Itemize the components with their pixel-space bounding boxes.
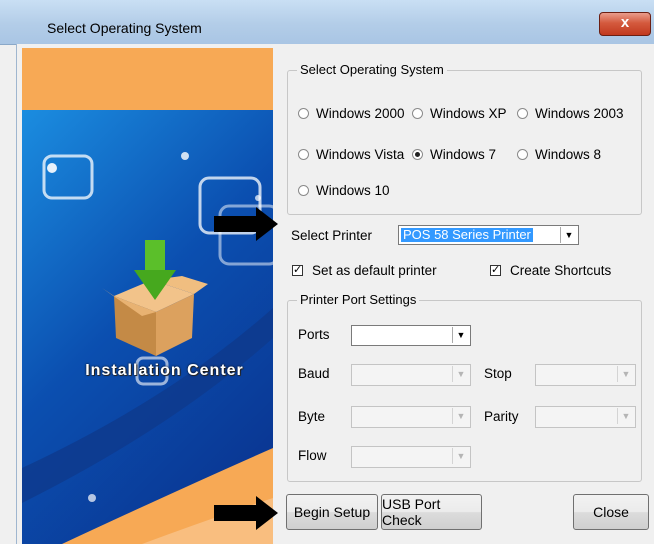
chevron-down-icon: ▼	[560, 227, 577, 243]
close-button[interactable]: Close	[573, 494, 649, 530]
banner-title: Installation Center	[85, 362, 244, 379]
radio-label: Windows 10	[316, 183, 390, 198]
radio-label: Windows XP	[430, 106, 507, 121]
baud-dropdown[interactable]: ▼	[351, 364, 471, 386]
close-icon: x	[620, 14, 630, 31]
radio-label: Windows 2000	[316, 106, 405, 121]
checkbox-label: Set as default printer	[312, 263, 437, 278]
port-group-legend: Printer Port Settings	[297, 292, 420, 307]
chevron-down-icon: ▼	[452, 327, 469, 343]
flow-label: Flow	[298, 448, 327, 463]
checkmark-icon: ✓	[292, 264, 303, 276]
installer-banner-image: Installation Center	[22, 48, 273, 544]
create-shortcuts-checkbox[interactable]: ✓ Create Shortcuts	[490, 263, 611, 278]
parity-dropdown[interactable]: ▼	[535, 406, 636, 428]
stop-label: Stop	[484, 366, 512, 381]
flow-dropdown[interactable]: ▼	[351, 446, 471, 468]
checkbox-label: Create Shortcuts	[510, 263, 612, 278]
checkmark-icon: ✓	[490, 264, 501, 276]
begin-setup-button[interactable]: Begin Setup	[286, 494, 378, 530]
set-default-printer-checkbox[interactable]: ✓ Set as default printer	[292, 263, 437, 278]
byte-label: Byte	[298, 409, 326, 424]
printer-selected-value: POS 58 Series Printer	[401, 227, 533, 242]
window-close-button[interactable]: x	[599, 12, 651, 36]
baud-label: Baud	[298, 366, 330, 381]
stop-dropdown[interactable]: ▼	[535, 364, 636, 386]
radio-circle-icon	[298, 185, 309, 196]
radio-windows-7[interactable]: Windows 7	[412, 147, 496, 162]
radio-circle-icon	[298, 108, 309, 119]
radio-circle-icon	[412, 108, 423, 119]
radio-windows-2000[interactable]: Windows 2000	[298, 106, 405, 121]
select-printer-label: Select Printer	[291, 228, 373, 243]
chevron-down-icon: ▼	[452, 448, 469, 464]
radio-selected-icon	[412, 149, 423, 160]
radio-windows-10[interactable]: Windows 10	[298, 183, 390, 198]
radio-windows-xp[interactable]: Windows XP	[412, 106, 507, 121]
radio-windows-2003[interactable]: Windows 2003	[517, 106, 624, 121]
radio-label: Windows 7	[430, 147, 497, 162]
chevron-down-icon: ▼	[452, 408, 469, 424]
parity-label: Parity	[484, 409, 519, 424]
radio-windows-8[interactable]: Windows 8	[517, 147, 601, 162]
radio-label: Windows 2003	[535, 106, 624, 121]
printer-dropdown[interactable]: POS 58 Series Printer ▼	[398, 225, 579, 245]
radio-label: Windows 8	[535, 147, 602, 162]
installer-window: Select Operating System x Installation C…	[0, 0, 654, 544]
ports-dropdown[interactable]: ▼	[351, 325, 471, 346]
radio-circle-icon	[517, 108, 528, 119]
chevron-down-icon: ▼	[617, 366, 634, 382]
usb-port-check-button[interactable]: USB Port Check	[381, 494, 482, 530]
ports-label: Ports	[298, 327, 330, 342]
radio-circle-icon	[517, 149, 528, 160]
radio-windows-vista[interactable]: Windows Vista	[298, 147, 404, 162]
banner-artwork	[22, 152, 273, 544]
radio-circle-icon	[298, 149, 309, 160]
byte-dropdown[interactable]: ▼	[351, 406, 471, 428]
window-title: Select Operating System	[47, 20, 202, 36]
title-bar[interactable]: Select Operating System x	[0, 0, 654, 45]
pointer-arrow-icon	[214, 496, 278, 530]
radio-label: Windows Vista	[316, 147, 405, 162]
os-group-legend: Select Operating System	[297, 62, 447, 77]
pointer-arrow-icon	[214, 207, 278, 241]
chevron-down-icon: ▼	[617, 408, 634, 424]
chevron-down-icon: ▼	[452, 366, 469, 382]
